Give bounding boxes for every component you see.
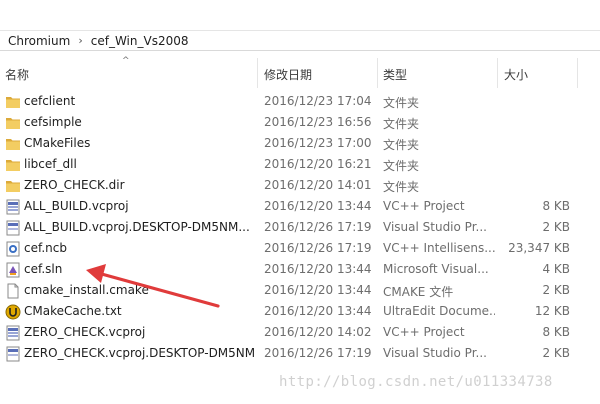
file-size: 4 KB xyxy=(542,262,570,276)
folder-icon xyxy=(5,157,21,173)
file-name: cmake_install.cmake xyxy=(24,283,149,297)
explorer-ribbon-area xyxy=(0,0,600,31)
file-row[interactable]: cefsimple 2016/12/23 16:56 文件夹 xyxy=(0,112,600,133)
file-modified-date: 2016/12/23 16:56 xyxy=(264,115,372,129)
file-type: 文件夹 xyxy=(383,180,420,194)
ultraedit-file-icon xyxy=(5,304,21,320)
file-modified-date: 2016/12/20 13:44 xyxy=(264,304,372,318)
file-row[interactable]: ZERO_CHECK.vcproj 2016/12/20 14:02 VC++ Pr… xyxy=(0,322,600,343)
folder-icon xyxy=(5,178,21,194)
file-size: 2 KB xyxy=(542,220,570,234)
file-name: cefsimple xyxy=(24,115,82,129)
file-type: 文件夹 xyxy=(383,159,420,173)
column-divider[interactable] xyxy=(497,58,498,88)
file-type: 文件夹 xyxy=(383,138,420,152)
file-name: ZERO_CHECK.vcproj.DESKTOP-DM5NM... xyxy=(24,346,254,360)
column-header-size[interactable]: 大小 xyxy=(504,66,528,83)
file-row[interactable]: ZERO_CHECK.dir 2016/12/20 14:01 文件夹 xyxy=(0,175,600,196)
file-type: VC++ Project xyxy=(383,199,465,213)
file-row[interactable]: cmake_install.cmake 2016/12/20 13:44 CMAKE… xyxy=(0,280,600,301)
file-type: CMAKE 文件 xyxy=(383,285,454,299)
file-row[interactable]: CMakeCache.txt 2016/12/20 13:44 UltraEdit … xyxy=(0,301,600,322)
file-row[interactable]: libcef_dll 2016/12/20 16:21 文件夹 xyxy=(0,154,600,175)
file-type: Visual Studio Pr... xyxy=(383,220,487,234)
file-name: CMakeFiles xyxy=(24,136,91,150)
file-size: 23,347 KB xyxy=(508,241,570,255)
file-name: cef.ncb xyxy=(24,241,67,255)
column-header-row: ^ 名称 修改日期 类型 大小 xyxy=(0,56,600,88)
breadcrumb-item-chromium[interactable]: Chromium xyxy=(8,34,70,48)
file-row[interactable]: CMakeFiles 2016/12/23 17:00 文件夹 xyxy=(0,133,600,154)
file-type: UltraEdit Docume... xyxy=(383,304,495,318)
ncb-file-icon xyxy=(5,241,21,257)
file-size: 2 KB xyxy=(542,346,570,360)
file-row[interactable]: ALL_BUILD.vcproj 2016/12/20 13:44 VC++ Pro… xyxy=(0,196,600,217)
file-row[interactable]: ALL_BUILD.vcproj.DESKTOP-DM5NM... 2016/12… xyxy=(0,217,600,238)
column-divider[interactable] xyxy=(257,58,258,88)
file-modified-date: 2016/12/20 16:21 xyxy=(264,157,372,171)
blank-file-icon xyxy=(5,283,21,299)
file-row[interactable]: cef.ncb 2016/12/26 17:19 VC++ Intellisens.… xyxy=(0,238,600,259)
vcproj-icon xyxy=(5,199,21,215)
vs-user-file-icon xyxy=(5,220,21,236)
file-modified-date: 2016/12/23 17:00 xyxy=(264,136,372,150)
folder-icon xyxy=(5,115,21,131)
file-type: 文件夹 xyxy=(383,117,420,131)
file-type: Microsoft Visual... xyxy=(383,262,489,276)
file-name: ZERO_CHECK.dir xyxy=(24,178,125,192)
file-row[interactable]: ZERO_CHECK.vcproj.DESKTOP-DM5NM... 2016/1… xyxy=(0,343,600,364)
vs-user-file-icon xyxy=(5,346,21,362)
file-name: CMakeCache.txt xyxy=(24,304,122,318)
sort-ascending-icon: ^ xyxy=(122,56,130,66)
file-type: VC++ Intellisens... xyxy=(383,241,495,255)
file-modified-date: 2016/12/20 13:44 xyxy=(264,199,372,213)
file-modified-date: 2016/12/26 17:19 xyxy=(264,220,372,234)
file-type: 文件夹 xyxy=(383,96,420,110)
file-row[interactable]: cefclient 2016/12/23 17:04 文件夹 xyxy=(0,91,600,112)
file-type: Visual Studio Pr... xyxy=(383,346,487,360)
file-size: 12 KB xyxy=(534,304,570,318)
file-size: 2 KB xyxy=(542,283,570,297)
column-divider[interactable] xyxy=(577,58,578,88)
file-row[interactable]: cef.sln 2016/12/20 13:44 Microsoft Visual.… xyxy=(0,259,600,280)
file-name: libcef_dll xyxy=(24,157,77,171)
breadcrumb-separator-icon[interactable]: › xyxy=(78,34,82,47)
file-modified-date: 2016/12/20 14:01 xyxy=(264,178,372,192)
file-modified-date: 2016/12/20 13:44 xyxy=(264,262,372,276)
folder-icon xyxy=(5,94,21,110)
file-modified-date: 2016/12/23 17:04 xyxy=(264,94,372,108)
file-type: VC++ Project xyxy=(383,325,465,339)
watermark-text: http://blog.csdn.net/u011334738 xyxy=(279,374,553,390)
column-header-name[interactable]: 名称 xyxy=(5,66,29,83)
file-modified-date: 2016/12/20 13:44 xyxy=(264,283,372,297)
column-divider[interactable] xyxy=(377,58,378,88)
folder-icon xyxy=(5,136,21,152)
file-name: ALL_BUILD.vcproj xyxy=(24,199,129,213)
file-modified-date: 2016/12/26 17:19 xyxy=(264,346,372,360)
file-modified-date: 2016/12/20 14:02 xyxy=(264,325,372,339)
file-size: 8 KB xyxy=(542,325,570,339)
file-modified-date: 2016/12/26 17:19 xyxy=(264,241,372,255)
file-name: cefclient xyxy=(24,94,76,108)
breadcrumb: Chromium › cef_Win_Vs2008 xyxy=(0,31,600,51)
vcproj-icon xyxy=(5,325,21,341)
file-name: cef.sln xyxy=(24,262,63,276)
column-header-type[interactable]: 类型 xyxy=(383,66,407,83)
file-name: ALL_BUILD.vcproj.DESKTOP-DM5NM... xyxy=(24,220,250,234)
sln-file-icon xyxy=(5,262,21,278)
file-list: cefclient 2016/12/23 17:04 文件夹 cefsimple 201… xyxy=(0,91,600,364)
breadcrumb-item-current-folder[interactable]: cef_Win_Vs2008 xyxy=(91,34,189,48)
file-name: ZERO_CHECK.vcproj xyxy=(24,325,146,339)
file-size: 8 KB xyxy=(542,199,570,213)
column-header-date[interactable]: 修改日期 xyxy=(264,66,312,83)
